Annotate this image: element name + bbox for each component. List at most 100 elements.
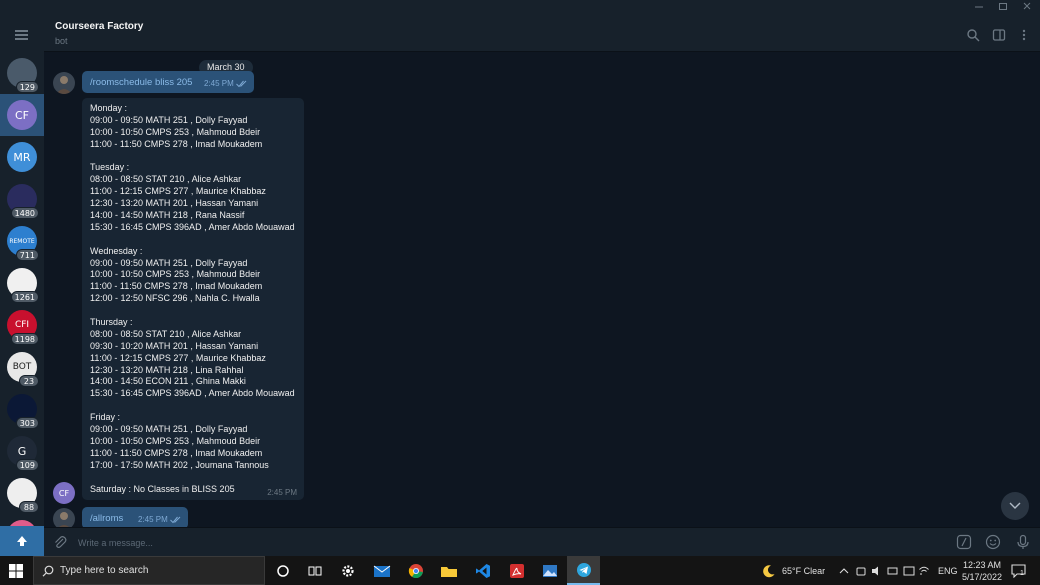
schedule-line: 08:00 - 08:50 STAT 210 , Alice Ashkar [90, 174, 242, 185]
battery-icon [887, 567, 898, 574]
chat-avatar: CF [7, 100, 37, 130]
chat-item-courseera-factory[interactable]: CF [0, 94, 44, 136]
close-button[interactable] [1016, 1, 1038, 15]
message-meta: 2:45 PM [138, 515, 182, 524]
notifications-button[interactable]: 1 [1011, 556, 1027, 585]
schedule-line: 12:30 - 13:20 MATH 201 , Hassan Yamani [90, 198, 259, 209]
schedule-line: 09:00 - 09:50 MATH 251 , Dolly Fayyad [90, 114, 248, 125]
menu-button[interactable] [0, 16, 44, 52]
bot-avatar[interactable]: CF [53, 482, 75, 504]
message-list[interactable]: March 30 /roomschedule bliss 205 2:45 PM… [44, 52, 1040, 527]
schedule-line: 08:00 - 08:50 STAT 210 , Alice Ashkar [90, 328, 242, 339]
sidebar-toggle-button[interactable] [992, 27, 1006, 41]
chat-item-weather-channel[interactable]: 1261 [0, 262, 44, 304]
attach-button[interactable] [52, 534, 68, 550]
chat-item-mascot-channel[interactable]: 88 [0, 472, 44, 514]
maximize-button[interactable] [992, 1, 1014, 15]
system-tray-icons[interactable] [838, 556, 938, 585]
unread-badge: 711 [15, 249, 39, 261]
user-avatar[interactable] [53, 72, 75, 94]
schedule-line: 11:00 - 12:15 CMPS 277 , Maurice Khabbaz [90, 352, 266, 363]
chat-item-arabic-channel[interactable]: 1480 [0, 178, 44, 220]
unread-badge: 88 [19, 501, 39, 513]
window-titlebar [0, 0, 1040, 16]
schedule-line [90, 151, 295, 163]
message-text[interactable]: /roomschedule bliss 205 [90, 77, 192, 88]
bot-commands-button[interactable] [956, 534, 972, 550]
microphone-icon [1017, 534, 1029, 549]
taskbar-settings[interactable] [331, 556, 364, 585]
chat-item-mr-chat[interactable]: MR [0, 136, 44, 178]
voice-button[interactable] [1015, 534, 1031, 550]
taskbar-chrome[interactable] [399, 556, 432, 585]
chat-item-remote-jobs[interactable]: REMOTE 711 [0, 220, 44, 262]
scroll-down-button[interactable] [1001, 492, 1029, 520]
incoming-message[interactable]: Monday :09:00 - 09:50 MATH 251 , Dolly F… [82, 98, 304, 500]
chat-list: 129 CF MR 1480 REMOTE 711 1261 CFI 1198 BOT 23 303 G… [0, 16, 44, 556]
cortana-button[interactable] [266, 556, 299, 585]
schedule-line: Monday : [90, 103, 128, 113]
windows-taskbar: Type here to search 65°F Clear ENG 12:23… [0, 556, 1040, 585]
message-text[interactable]: /allroms [90, 513, 123, 524]
unread-badge: 1198 [10, 333, 39, 345]
taskbar-telegram[interactable] [567, 556, 600, 585]
chat-item-cloud-channel[interactable]: 303 [0, 388, 44, 430]
schedule-line: 09:00 - 09:50 MATH 251 , Dolly Fayyad [90, 424, 248, 435]
person-icon [59, 512, 69, 527]
chat-header[interactable]: Courseera Factory bot [44, 16, 1040, 52]
chat-title[interactable]: Courseera Factory [55, 21, 143, 32]
unread-badge: 1480 [10, 207, 39, 219]
chat-item-cfi-channel[interactable]: CFI 1198 [0, 304, 44, 346]
schedule-line: 12:30 - 13:20 MATH 218 , Lina Rahhal [90, 364, 244, 375]
schedule-line [90, 305, 295, 317]
chevron-up-icon [839, 567, 849, 573]
cortana-icon [276, 564, 289, 577]
task-view-button[interactable] [298, 556, 331, 585]
outgoing-message[interactable]: /roomschedule bliss 205 2:45 PM [82, 71, 254, 93]
archive-button[interactable] [0, 526, 44, 556]
search-button[interactable] [966, 27, 980, 42]
windows-logo-icon [9, 563, 23, 578]
notification-count: 1 [1020, 570, 1024, 577]
chat-item-game-chat[interactable]: 129 [0, 52, 44, 94]
chat-item-bot-channel[interactable]: BOT 23 [0, 346, 44, 388]
device-icon [856, 567, 866, 575]
close-icon [1023, 2, 1031, 10]
message-composer [44, 527, 1040, 556]
schedule-line: Friday : [90, 412, 121, 423]
user-avatar[interactable] [53, 508, 75, 527]
outgoing-message[interactable]: /allroms 2:45 PM [82, 507, 188, 527]
wifi-icon [919, 566, 929, 574]
schedule-line: Saturday : No Classes in BLISS 205 [90, 483, 235, 494]
taskbar-acrobat[interactable] [500, 556, 533, 585]
schedule-line: 15:30 - 16:45 CMPS 396AD , Amer Abdo Mou… [90, 221, 295, 232]
weather-text: 65°F Clear [782, 565, 826, 576]
chevron-down-icon [1009, 502, 1021, 509]
more-button[interactable] [1017, 27, 1031, 41]
taskbar-search[interactable]: Type here to search [33, 556, 265, 585]
weather-widget[interactable]: 65°F Clear [762, 556, 825, 585]
sidebar-icon [992, 29, 1006, 41]
taskbar-mail[interactable] [365, 556, 398, 585]
language-indicator[interactable]: ENG [938, 556, 958, 585]
schedule-line [90, 400, 295, 412]
message-input[interactable] [78, 534, 938, 552]
slash-command-icon [956, 534, 972, 550]
schedule-line: 14:00 - 14:50 MATH 218 , Rana Nassif [90, 210, 245, 221]
start-button[interactable] [0, 556, 32, 585]
taskbar-file-explorer[interactable] [432, 556, 465, 585]
chat-subtitle: bot [55, 36, 68, 46]
taskbar-vscode[interactable] [466, 556, 499, 585]
moon-icon [763, 564, 775, 577]
chat-item-g-channel[interactable]: G 109 [0, 430, 44, 472]
minimize-button[interactable] [968, 1, 990, 15]
emoji-button[interactable] [985, 534, 1001, 550]
schedule-text[interactable]: Monday :09:00 - 09:50 MATH 251 , Dolly F… [90, 103, 295, 495]
clock[interactable]: 12:23 AM 5/17/2022 [962, 556, 1002, 585]
taskbar-photos[interactable] [533, 556, 566, 585]
schedule-line: 14:00 - 14:50 ECON 211 , Ghina Makki [90, 376, 246, 387]
message-time: 2:45 PM [203, 79, 234, 88]
clock-time: 12:23 AM [963, 559, 1002, 570]
schedule-line: 17:00 - 17:50 MATH 202 , Joumana Tannous [90, 459, 269, 470]
tray-icons [839, 566, 929, 575]
